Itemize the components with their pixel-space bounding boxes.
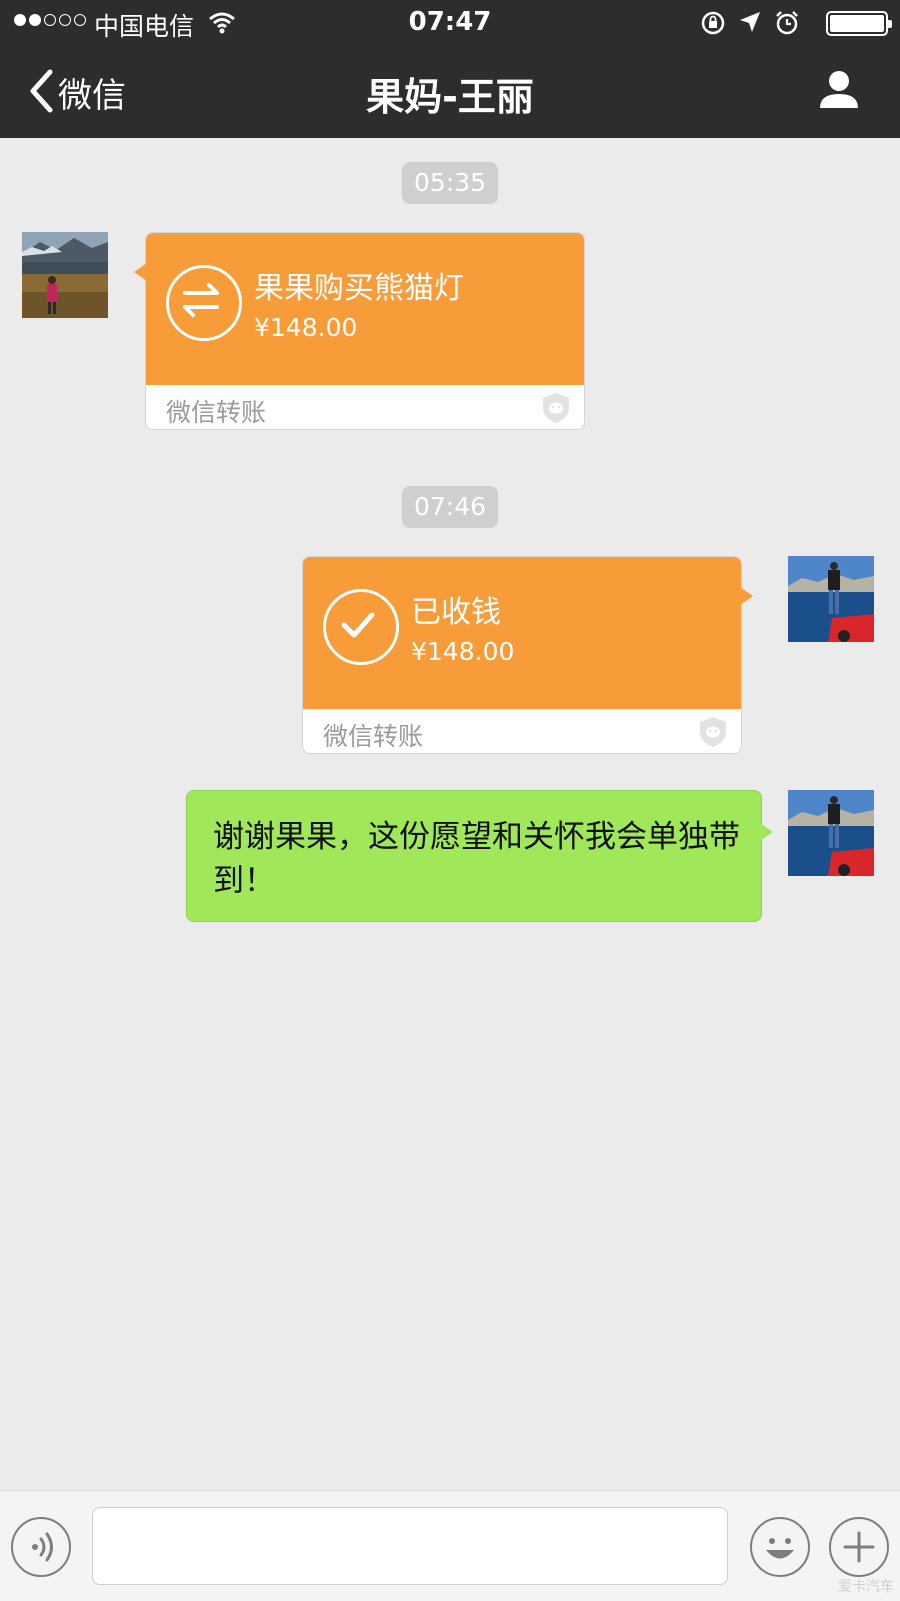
message-input[interactable]: [92, 1507, 728, 1585]
input-bar: [0, 1490, 900, 1601]
nav-bar: 微信 果妈-王丽: [0, 46, 900, 138]
voice-input-button[interactable]: [11, 1517, 71, 1577]
timestamp: 07:46: [402, 486, 499, 528]
transfer-card-outgoing[interactable]: 已收钱 ¥148.00 微信转账: [302, 556, 753, 754]
wechat-pay-shield-icon: [697, 715, 729, 753]
chat-title: 果妈-王丽: [366, 75, 534, 119]
timestamp: 05:35: [402, 162, 499, 204]
wechat-pay-shield-icon: [540, 391, 572, 429]
transfer-label: 微信转账: [323, 722, 424, 751]
location-arrow-icon: [738, 10, 762, 40]
transfer-title: 果果购买熊猫灯: [254, 271, 464, 306]
status-bar: 中国电信 07:47: [0, 0, 900, 46]
message-text: 谢谢果果，这份愿望和关怀我会单独带到！: [213, 819, 740, 899]
message-bubble-outgoing[interactable]: 谢谢果果，这份愿望和关怀我会单独带到！: [186, 790, 773, 922]
checkmark-icon: [323, 589, 399, 665]
alarm-icon: [774, 10, 800, 40]
emoji-button[interactable]: [750, 1517, 810, 1577]
avatar-contact[interactable]: [22, 232, 108, 318]
rotation-lock-icon: [700, 10, 726, 40]
transfer-label: 微信转账: [166, 398, 267, 427]
battery-icon: [826, 11, 892, 36]
more-options-button[interactable]: [829, 1517, 889, 1577]
avatar-self[interactable]: [788, 790, 874, 876]
person-icon: [818, 71, 860, 114]
chat-info-button[interactable]: [818, 68, 860, 114]
transfer-title: 已收钱: [411, 595, 501, 630]
avatar-self[interactable]: [788, 556, 874, 642]
watermark: 爱卡汽车: [838, 1579, 894, 1595]
transfer-card-incoming[interactable]: 果果购买熊猫灯 ¥148.00 微信转账: [134, 232, 585, 430]
transfer-amount: ¥148.00: [254, 313, 358, 342]
transfer-amount: ¥148.00: [411, 637, 515, 666]
transfer-arrows-icon: [166, 265, 242, 341]
